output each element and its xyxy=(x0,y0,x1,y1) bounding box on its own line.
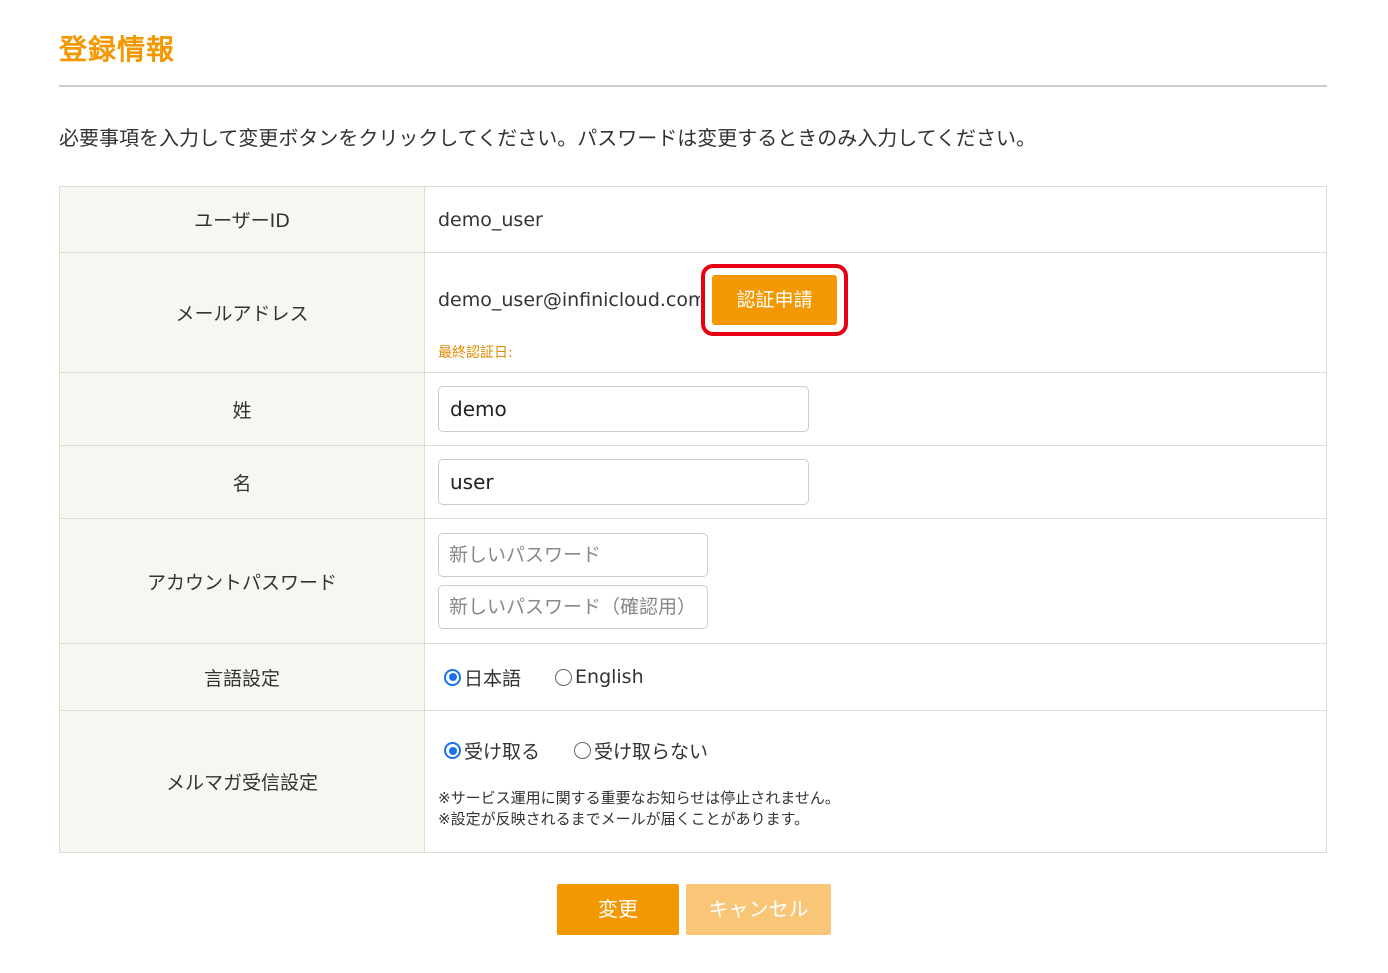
first-name-cell xyxy=(424,445,1327,519)
last-name-cell xyxy=(424,372,1327,446)
password-cell xyxy=(424,518,1327,644)
radio-unchecked-icon[interactable] xyxy=(555,668,573,686)
confirm-password-input[interactable] xyxy=(438,585,708,629)
newsletter-radio-group: 受け取る 受け取らない xyxy=(438,737,1326,764)
language-option-label: English xyxy=(575,666,644,688)
email-row: メールアドレス demo_user@infinicloud.com 認証申請 最… xyxy=(59,252,1327,373)
radio-unchecked-icon[interactable] xyxy=(574,742,592,759)
submit-button[interactable]: 変更 xyxy=(557,884,679,935)
title-divider xyxy=(59,85,1327,87)
verify-button-highlight: 認証申請 xyxy=(701,263,848,336)
password-label: アカウントパスワード xyxy=(59,518,425,644)
email-label: メールアドレス xyxy=(59,252,425,373)
language-option-english[interactable]: English xyxy=(555,666,644,688)
user-id-label: ユーザーID xyxy=(59,186,425,253)
newsletter-note: ※サービス運用に関する重要なお知らせは停止されません。 xyxy=(438,789,840,807)
email-cell: demo_user@infinicloud.com 認証申請 最終認証日: xyxy=(424,252,1327,373)
newsletter-option-label: 受け取る xyxy=(464,741,541,763)
registration-form-table: ユーザーID demo_user メールアドレス demo_user@infin… xyxy=(59,186,1327,853)
instructions-text: 必要事項を入力して変更ボタンをクリックしてください。パスワードは変更するときのみ… xyxy=(59,126,1036,150)
language-option-japanese[interactable]: 日本語 xyxy=(444,664,521,691)
newsletter-notes: ※サービス運用に関する重要なお知らせは停止されません。 ※設定が反映されるまでメ… xyxy=(438,788,1326,830)
newsletter-note: ※設定が反映されるまでメールが届くことがあります。 xyxy=(438,810,810,828)
language-option-label: 日本語 xyxy=(464,667,522,690)
user-id-value: demo_user xyxy=(424,186,1327,253)
language-label: 言語設定 xyxy=(59,643,425,711)
last-verified-label: 最終認証日: xyxy=(438,344,513,361)
first-name-label: 名 xyxy=(59,445,425,519)
newsletter-option-decline[interactable]: 受け取らない xyxy=(574,737,708,764)
first-name-input[interactable] xyxy=(438,459,809,505)
first-name-row: 名 xyxy=(59,445,1327,519)
language-cell: 日本語 English xyxy=(424,643,1327,711)
language-row: 言語設定 日本語 English xyxy=(59,643,1327,711)
page-title: 登録情報 xyxy=(59,33,176,66)
language-radio-group: 日本語 English xyxy=(438,664,1326,691)
newsletter-option-receive[interactable]: 受け取る xyxy=(444,737,540,764)
last-name-label: 姓 xyxy=(59,372,425,446)
user-id-row: ユーザーID demo_user xyxy=(59,186,1327,253)
newsletter-box: 受け取る 受け取らない ※サービス運用に関する重要なお知らせは停止されません。 … xyxy=(438,733,1326,830)
verify-request-button[interactable]: 認証申請 xyxy=(712,274,837,325)
newsletter-label: メルマガ受信設定 xyxy=(59,710,425,853)
newsletter-cell: 受け取る 受け取らない ※サービス運用に関する重要なお知らせは停止されません。 … xyxy=(424,710,1327,853)
password-row: アカウントパスワード xyxy=(59,518,1327,644)
cancel-button[interactable]: キャンセル xyxy=(686,884,831,935)
form-actions: 変更 キャンセル xyxy=(0,884,1388,935)
last-name-input[interactable] xyxy=(438,386,809,432)
new-password-input[interactable] xyxy=(438,533,708,577)
radio-checked-icon[interactable] xyxy=(444,742,461,759)
last-name-row: 姓 xyxy=(59,372,1327,446)
newsletter-row: メルマガ受信設定 受け取る 受け取らない ※サービス運用に関する重要なお知らせは… xyxy=(59,710,1327,853)
email-line: demo_user@infinicloud.com 認証申請 xyxy=(438,263,1326,336)
newsletter-option-label: 受け取らない xyxy=(594,741,709,763)
radio-checked-icon[interactable] xyxy=(444,668,461,686)
email-value: demo_user@infinicloud.com xyxy=(438,288,700,311)
